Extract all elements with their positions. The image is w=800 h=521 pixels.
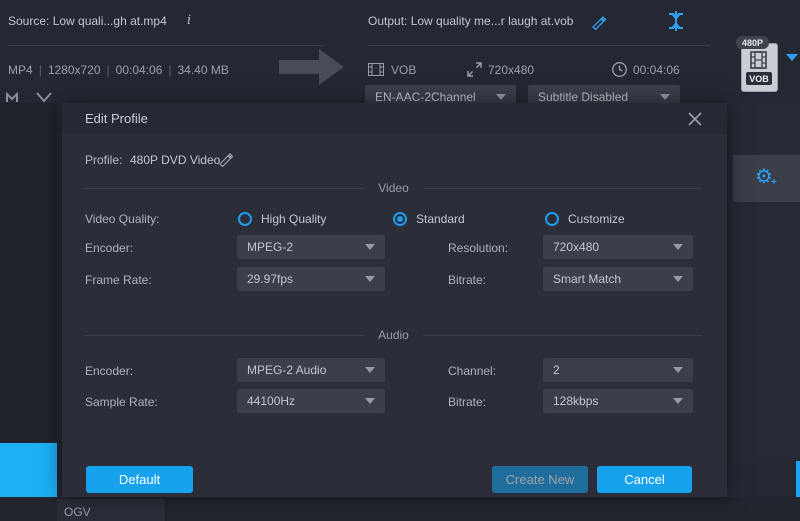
rename-output-icon[interactable] bbox=[591, 14, 607, 30]
caret-down-icon bbox=[365, 244, 375, 250]
source-resolution: 1280x720 bbox=[48, 63, 101, 77]
caret-down-icon bbox=[365, 398, 375, 404]
audio-track-value: EN-AAC-2Channel bbox=[375, 90, 476, 104]
channel-select[interactable]: 2 bbox=[543, 358, 693, 382]
format-list-selected-item[interactable] bbox=[0, 443, 57, 497]
gear-plus-icon: + bbox=[771, 177, 777, 188]
resolution-value: 720x480 bbox=[553, 240, 599, 254]
caret-down-icon bbox=[673, 276, 683, 282]
source-divider bbox=[8, 45, 325, 46]
output-format: VOB bbox=[391, 63, 416, 77]
radio-icon[interactable] bbox=[238, 212, 252, 226]
convert-arrow-icon bbox=[279, 48, 345, 86]
frame-rate-label: Frame Rate: bbox=[85, 273, 152, 287]
profile-label: Profile: bbox=[85, 153, 122, 167]
cancel-button[interactable]: Cancel bbox=[597, 466, 692, 493]
audio-section-header: Audio bbox=[85, 328, 702, 342]
caret-down-icon bbox=[365, 367, 375, 373]
output-filename: Output: Low quality me...r laugh at.vob bbox=[368, 14, 573, 28]
video-encoder-value: MPEG-2 bbox=[247, 240, 293, 254]
caret-down-icon bbox=[496, 94, 506, 100]
dialog-header: Edit Profile bbox=[62, 103, 727, 134]
audio-bitrate-select[interactable]: 128kbps bbox=[543, 389, 693, 413]
frame-rate-select[interactable]: 29.97fps bbox=[237, 267, 385, 291]
radio-label: High Quality bbox=[261, 212, 326, 226]
dialog-title: Edit Profile bbox=[85, 111, 148, 126]
trim-icon[interactable] bbox=[6, 90, 28, 103]
caret-down-icon bbox=[365, 276, 375, 282]
video-encoder-select[interactable]: MPEG-2 bbox=[237, 235, 385, 259]
chevron-down-icon[interactable] bbox=[36, 92, 52, 103]
default-button[interactable]: Default bbox=[86, 466, 193, 493]
source-duration: 00:04:06 bbox=[116, 63, 163, 77]
radio-label: Customize bbox=[568, 212, 625, 226]
caret-down-icon bbox=[673, 244, 683, 250]
radio-icon[interactable] bbox=[545, 212, 559, 226]
app-window: Source: Low quali...gh at.mp4 i MP4 1280x… bbox=[0, 0, 800, 521]
audio-section-title: Audio bbox=[364, 328, 423, 342]
channel-value: 2 bbox=[553, 363, 560, 377]
profile-quality-badge: 480P bbox=[736, 36, 769, 49]
source-filename: Source: Low quali...gh at.mp4 bbox=[8, 14, 167, 28]
video-section-title: Video bbox=[364, 181, 422, 195]
clock-icon bbox=[612, 62, 627, 77]
output-duration: 00:04:06 bbox=[633, 63, 680, 77]
sample-rate-select[interactable]: 44100Hz bbox=[237, 389, 385, 413]
profile-name: 480P DVD Video bbox=[130, 153, 220, 167]
resolution-icon bbox=[467, 62, 482, 77]
audio-encoder-value: MPEG-2 Audio bbox=[247, 363, 326, 377]
video-bitrate-select[interactable]: Smart Match bbox=[543, 267, 693, 291]
film-icon bbox=[368, 63, 384, 76]
source-meta: MP4 1280x720 00:04:06 34.40 MB bbox=[8, 63, 229, 77]
video-section-header: Video bbox=[85, 181, 702, 195]
output-divider bbox=[368, 45, 710, 46]
edit-profile-dialog: Edit Profile Profile: 480P DVD Video Vid… bbox=[62, 103, 727, 497]
profile-format-badge: VOB bbox=[746, 72, 772, 85]
frame-rate-value: 29.97fps bbox=[247, 272, 293, 286]
radio-high-quality[interactable]: High Quality bbox=[238, 210, 326, 228]
audio-bitrate-label: Bitrate: bbox=[448, 395, 486, 409]
radio-standard[interactable]: Standard bbox=[393, 210, 465, 228]
rename-profile-icon[interactable] bbox=[218, 151, 234, 167]
radio-customize[interactable]: Customize bbox=[545, 210, 625, 228]
audio-encoder-label: Encoder: bbox=[85, 364, 133, 378]
source-format: MP4 bbox=[8, 63, 33, 77]
video-encoder-label: Encoder: bbox=[85, 241, 133, 255]
close-icon[interactable] bbox=[687, 111, 703, 127]
radio-label: Standard bbox=[416, 212, 465, 226]
format-list-item-label: OGV bbox=[64, 505, 91, 519]
format-list-item[interactable]: OGV bbox=[57, 499, 165, 521]
film-strip-icon bbox=[750, 51, 767, 69]
caret-down-icon bbox=[660, 94, 670, 100]
merge-icon[interactable] bbox=[667, 11, 685, 31]
format-list-panel bbox=[0, 103, 57, 443]
resolution-label: Resolution: bbox=[448, 241, 508, 255]
channel-label: Channel: bbox=[448, 364, 496, 378]
audio-bitrate-value: 128kbps bbox=[553, 394, 598, 408]
caret-down-icon bbox=[673, 367, 683, 373]
profile-dropdown-caret-icon[interactable] bbox=[786, 54, 798, 61]
sample-rate-value: 44100Hz bbox=[247, 394, 295, 408]
right-panel-active-row[interactable]: ⚙ + bbox=[733, 155, 800, 202]
subtitle-value: Subtitle Disabled bbox=[538, 90, 628, 104]
video-bitrate-label: Bitrate: bbox=[448, 273, 486, 287]
source-size: 34.40 MB bbox=[178, 63, 229, 77]
video-quality-label: Video Quality: bbox=[85, 212, 160, 226]
create-new-button[interactable]: Create New bbox=[492, 466, 588, 493]
caret-down-icon bbox=[673, 398, 683, 404]
audio-encoder-select[interactable]: MPEG-2 Audio bbox=[237, 358, 385, 382]
radio-icon[interactable] bbox=[393, 212, 407, 226]
output-resolution: 720x480 bbox=[488, 63, 534, 77]
sample-rate-label: Sample Rate: bbox=[85, 395, 158, 409]
video-bitrate-value: Smart Match bbox=[553, 272, 621, 286]
resolution-select[interactable]: 720x480 bbox=[543, 235, 693, 259]
source-info-icon[interactable]: i bbox=[187, 13, 191, 28]
